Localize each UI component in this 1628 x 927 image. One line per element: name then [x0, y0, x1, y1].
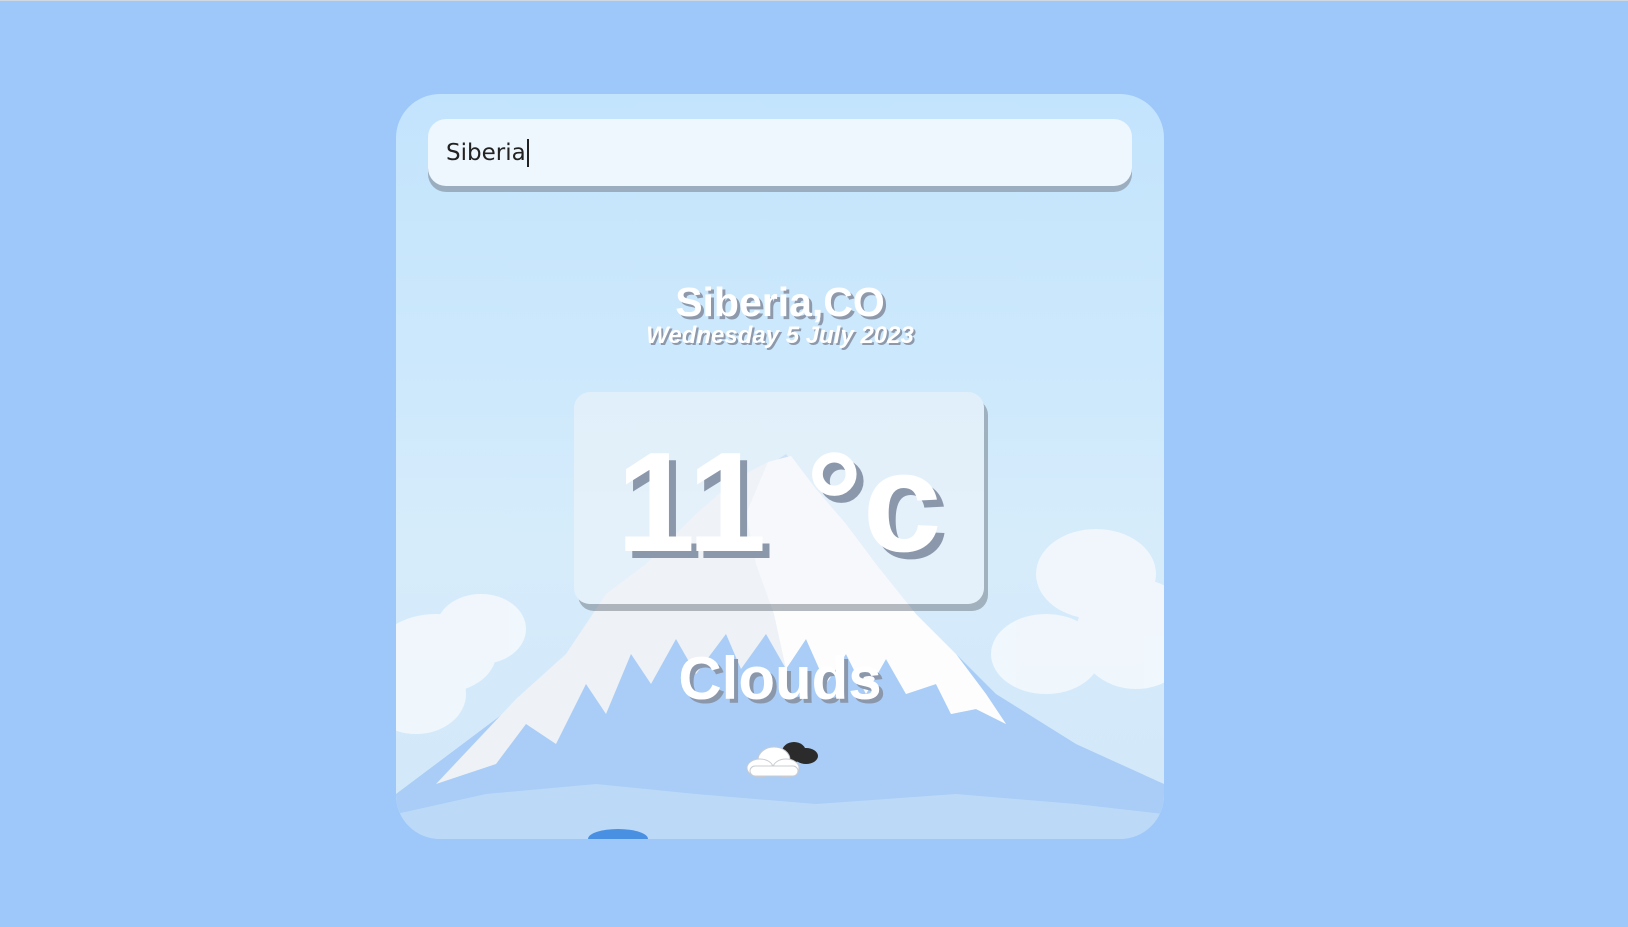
- current-date: Wednesday 5 July 2023: [646, 322, 914, 349]
- search-input[interactable]: Siberia: [428, 119, 1132, 186]
- location-name: Siberia,CO: [675, 279, 885, 325]
- temperature-panel: 11 °c: [574, 392, 984, 604]
- temperature-value: 11 °c: [616, 423, 942, 582]
- text-caret: [526, 138, 529, 167]
- weather-condition: Clouds: [678, 645, 882, 712]
- top-border: [0, 0, 1628, 1]
- search-input-value: Siberia: [446, 139, 526, 166]
- cloud-icon: [746, 742, 818, 778]
- weather-card: Siberia Siberia,CO Wednesday 5 July 2023…: [396, 94, 1164, 839]
